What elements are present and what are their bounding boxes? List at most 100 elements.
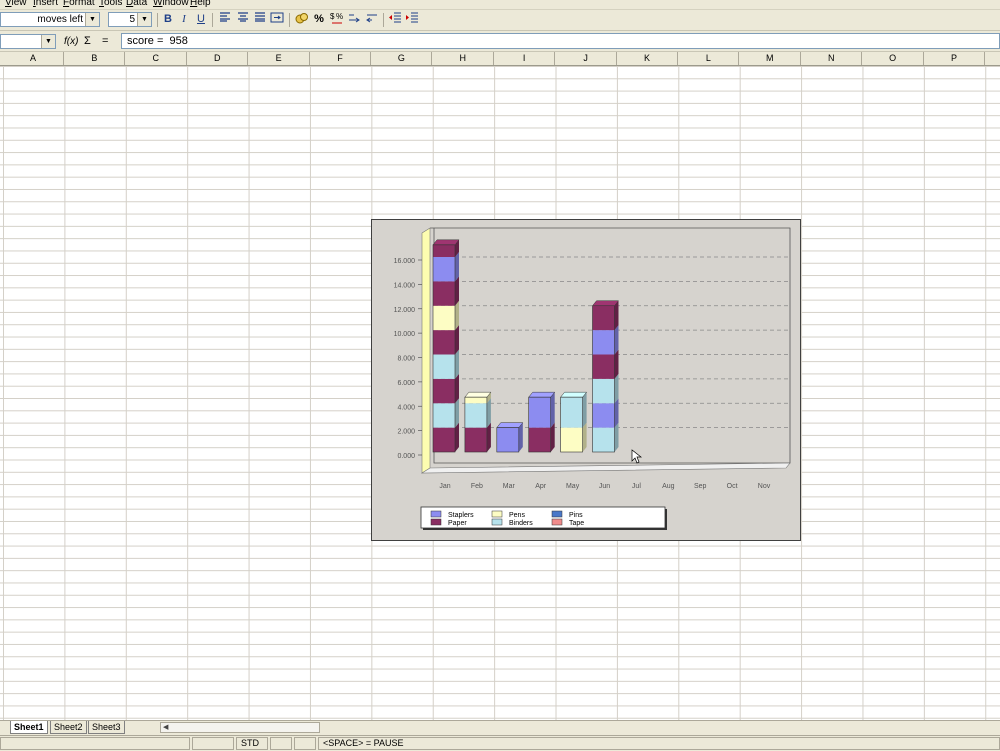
decrease-indent-button[interactable] <box>387 12 403 27</box>
menu-item-tools[interactable]: Tools <box>99 0 122 8</box>
font-size-combo[interactable]: 5 ▼ <box>108 12 152 27</box>
menu-item-view[interactable]: View <box>5 0 27 8</box>
column-header-a[interactable]: A <box>3 52 64 65</box>
formula-input[interactable]: score = 958 <box>121 33 1000 49</box>
bar-segment-binders <box>592 427 615 452</box>
toolbar-separator <box>383 13 384 27</box>
equals-button[interactable]: = <box>102 34 108 49</box>
bar-segment-side <box>486 398 491 428</box>
legend-label-staplers: Staplers <box>448 512 474 519</box>
bold-button[interactable]: B <box>160 12 176 27</box>
bar-segment-staplers <box>496 427 519 452</box>
chart-object[interactable]: 0.000 2.000 4.000 6.000 8.000 10.000 12.000 14.… <box>371 219 801 541</box>
scroll-left-icon[interactable]: ◀ <box>163 723 168 733</box>
bar-segment-side <box>455 300 459 331</box>
column-header-f[interactable]: F <box>310 52 371 65</box>
chevron-down-icon[interactable]: ▼ <box>41 35 55 48</box>
formula-bar: ▼ f(x) Σ = score = 958 <box>0 31 1000 52</box>
column-header-o[interactable]: O <box>863 52 924 65</box>
bar-segment-side <box>455 373 459 404</box>
y-tick-label: 8.000 <box>397 356 415 363</box>
menu-item-window[interactable]: Window <box>153 0 189 8</box>
column-header-e[interactable]: E <box>249 52 310 65</box>
function-wizard-button[interactable]: f(x) <box>64 34 78 49</box>
tab-sheet2[interactable]: Sheet2 <box>50 721 87 734</box>
decrease-indent-icon <box>389 12 401 23</box>
column-header-i[interactable]: I <box>494 52 556 65</box>
bar-segment-paper <box>528 427 551 452</box>
column-header-k[interactable]: K <box>617 52 678 65</box>
column-header-m[interactable]: M <box>740 52 801 65</box>
svg-text:$: $ <box>330 12 335 21</box>
tab-sheet3[interactable]: Sheet3 <box>88 721 125 734</box>
increase-decimal-icon <box>349 14 360 23</box>
y-tick-label: 16.000 <box>394 258 416 265</box>
x-tick-label: Mar <box>503 483 516 490</box>
chevron-down-icon[interactable]: ▼ <box>85 13 99 26</box>
x-tick-label: Jul <box>632 483 641 490</box>
plot-side-wall <box>421 227 431 474</box>
column-header-d[interactable]: D <box>187 52 249 65</box>
increase-decimal-button[interactable] <box>346 12 362 27</box>
legend-swatch-binders <box>491 518 503 526</box>
bar-segment-side <box>550 392 555 428</box>
bar-segment-paper <box>592 354 615 379</box>
column-header-g[interactable]: G <box>371 52 433 65</box>
column-header-b[interactable]: B <box>64 52 126 65</box>
legend-label-tape: Tape <box>569 520 584 527</box>
legend-swatch-tape <box>551 518 563 526</box>
increase-indent-button[interactable] <box>404 12 420 27</box>
underline-button[interactable]: U <box>193 12 209 27</box>
bar-segment-pens <box>464 397 487 404</box>
column-header-c[interactable]: C <box>126 52 187 65</box>
legend-swatch-pens <box>491 510 503 518</box>
bar-segment-paper <box>433 244 455 257</box>
menu-item-data[interactable]: Data <box>126 0 147 8</box>
horizontal-scrollbar[interactable]: ◀ <box>160 722 320 733</box>
font-name-value: moves left <box>37 14 83 25</box>
percent-button[interactable]: % <box>311 12 327 27</box>
merge-cells-button[interactable] <box>269 12 285 27</box>
bar-segment-side <box>455 422 459 452</box>
justify-icon <box>255 12 265 22</box>
menu-bar: View Insert Format Tools Data Window Help <box>0 0 1000 10</box>
column-header-p[interactable]: P <box>924 52 985 65</box>
italic-button[interactable]: I <box>176 12 192 27</box>
legend-label-paper: Paper <box>448 520 467 527</box>
chevron-down-icon[interactable]: ▼ <box>137 13 151 26</box>
column-header-h[interactable]: H <box>433 52 494 65</box>
x-tick-label: May <box>566 483 580 490</box>
bar-segment-side <box>455 398 459 428</box>
column-headers: ABCDEFGHIJKLMNOP <box>0 52 1000 66</box>
increase-indent-icon <box>406 12 418 23</box>
menu-item-help[interactable]: Help <box>190 0 211 8</box>
bar-segment-pens <box>433 305 455 331</box>
menu-item-format[interactable]: Format <box>63 0 95 8</box>
bar-segment-side <box>455 252 459 282</box>
menu-item-insert[interactable]: Insert <box>33 0 58 8</box>
tab-sheet1[interactable]: Sheet1 <box>10 721 48 734</box>
formatting-toolbar: moves left ▼ 5 ▼ B I U % $% <box>0 10 1000 31</box>
font-name-combo[interactable]: moves left ▼ <box>0 12 100 27</box>
column-header-n[interactable]: N <box>801 52 863 65</box>
bar-segment-side <box>455 349 459 379</box>
bar-segment-side <box>550 422 555 452</box>
align-center-icon <box>238 12 248 22</box>
column-header-l[interactable]: L <box>678 52 740 65</box>
decrease-decimal-button[interactable] <box>364 12 380 27</box>
justify-button[interactable] <box>252 12 268 27</box>
x-tick-label: Apr <box>535 483 547 490</box>
currency-button[interactable] <box>294 12 310 27</box>
bar-segment-paper <box>433 427 455 452</box>
y-tick-label: 12.000 <box>394 307 416 314</box>
comma-style-button[interactable]: $% <box>329 12 345 27</box>
name-box[interactable]: ▼ <box>0 34 56 49</box>
sum-button[interactable]: Σ <box>84 34 91 49</box>
align-left-button[interactable] <box>217 12 233 27</box>
bar-segment-side <box>614 349 619 379</box>
bar-segment-side <box>486 422 491 452</box>
align-center-button[interactable] <box>235 12 251 27</box>
column-header-j[interactable]: J <box>556 52 617 65</box>
bar-segment-side <box>614 422 619 452</box>
x-tick-label: Jan <box>439 483 450 490</box>
